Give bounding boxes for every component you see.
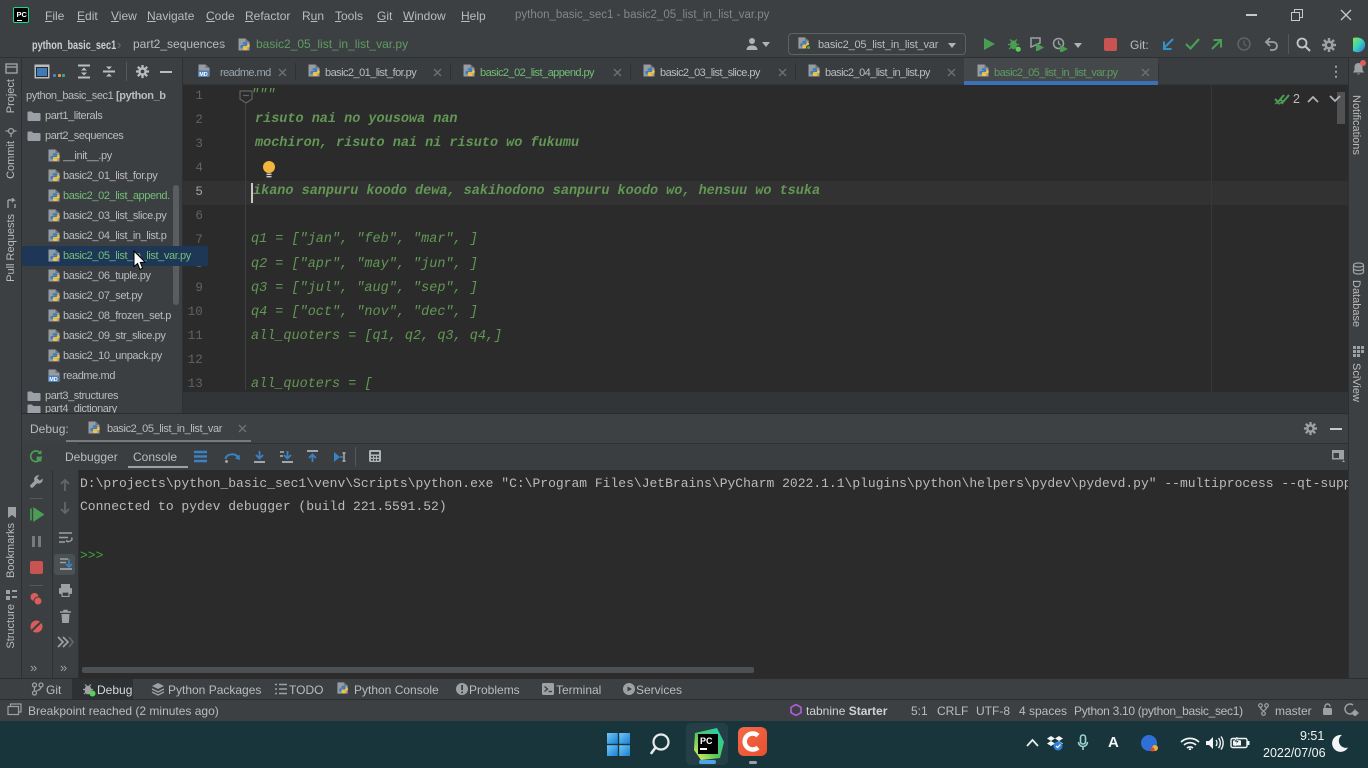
- svg-text:MD: MD: [49, 377, 58, 383]
- svg-text:MD: MD: [199, 72, 208, 78]
- svg-text:PC: PC: [700, 736, 713, 746]
